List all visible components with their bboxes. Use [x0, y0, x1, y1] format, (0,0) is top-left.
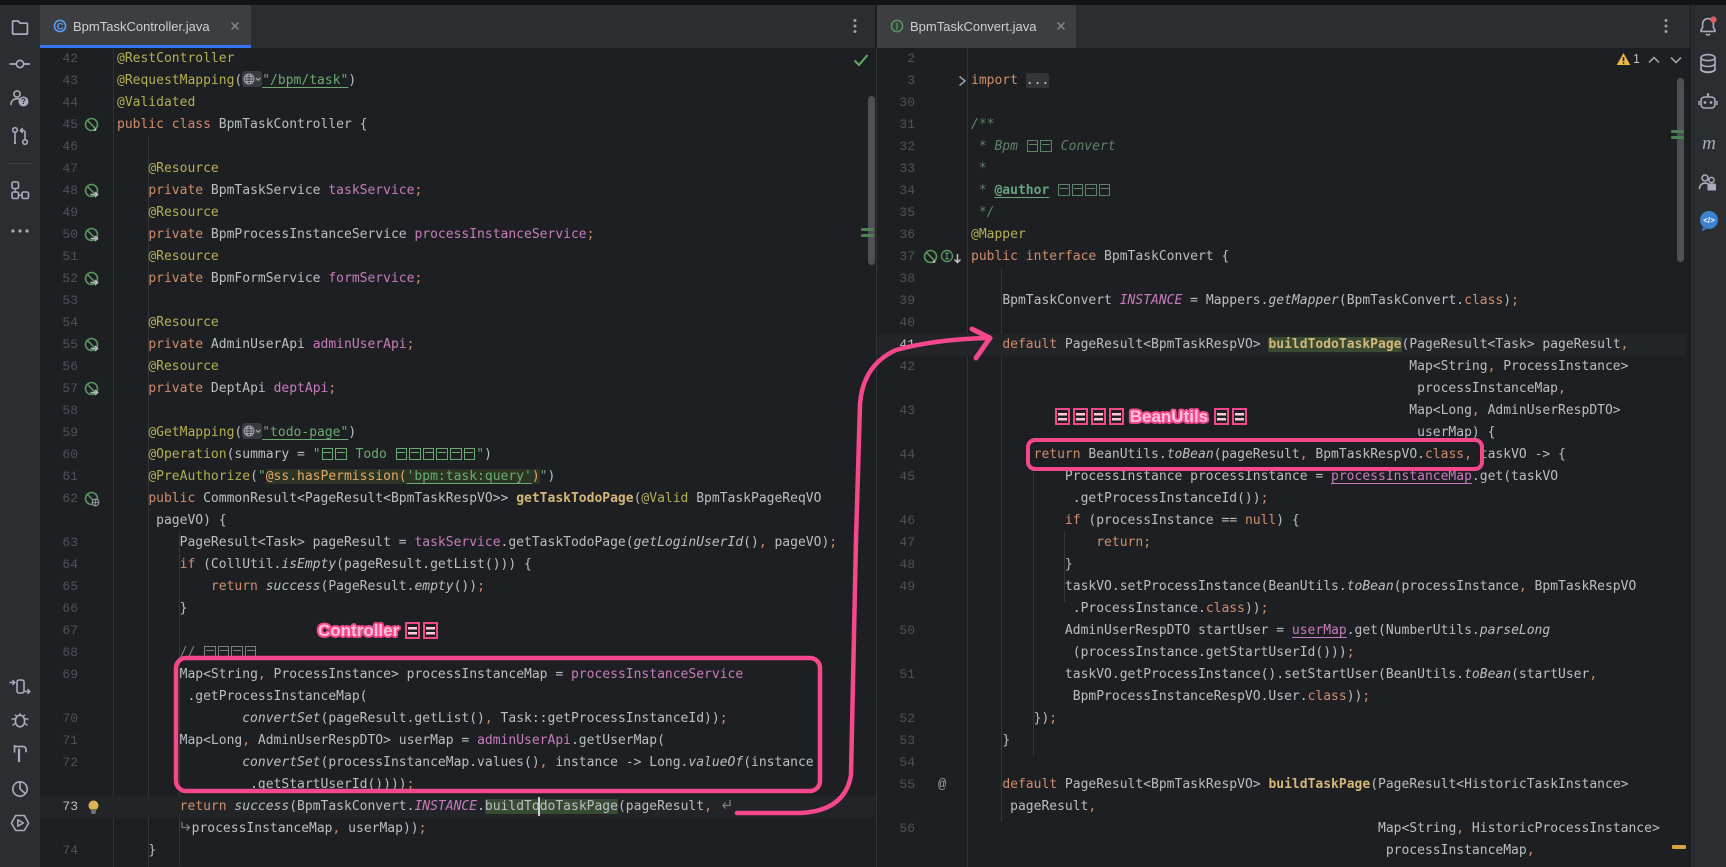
svg-text:</>: </> — [1703, 216, 1715, 225]
svg-text:I: I — [896, 21, 899, 32]
svg-text:?: ? — [21, 97, 26, 106]
svg-text:C: C — [57, 21, 64, 32]
